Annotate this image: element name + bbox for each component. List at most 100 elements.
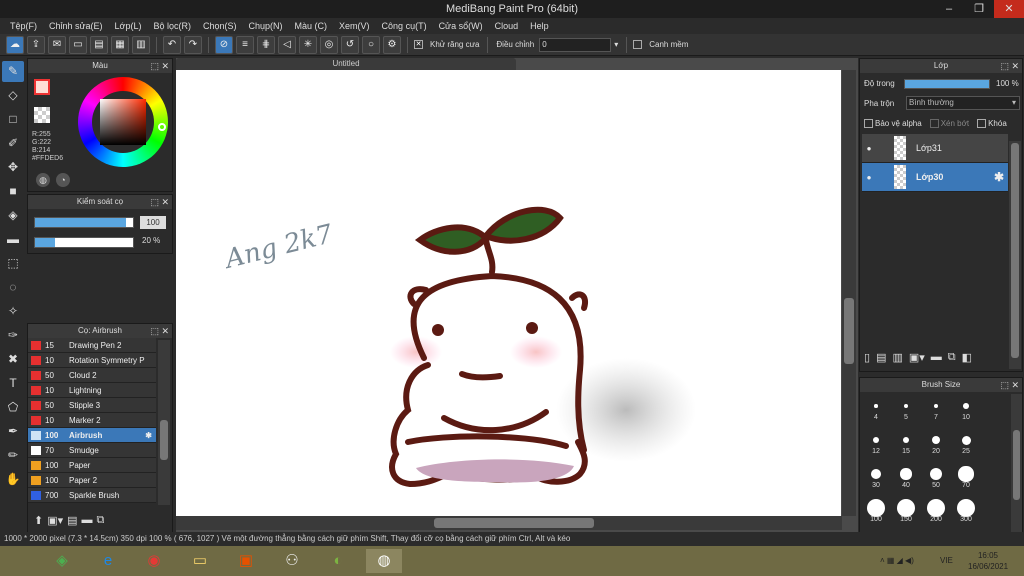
magic-wand-icon[interactable]: ✧	[2, 301, 24, 322]
gradient-tool-icon[interactable]: ▬	[2, 229, 24, 250]
brush-size-option[interactable]: 40	[892, 462, 920, 490]
circle-snap-icon[interactable]: ◎	[320, 35, 338, 54]
brush-duplicate-icon[interactable]: ⧉	[97, 514, 105, 527]
tray-icons[interactable]: ˄ ▦ ◢ ◀)	[880, 556, 914, 565]
cloud-icon[interactable]: ☁	[6, 35, 24, 54]
brush-size-option[interactable]: 100	[862, 496, 890, 524]
merge-layer-icon[interactable]: ◧	[962, 351, 972, 364]
panel-close-icon[interactable]: ⬚ ✕	[150, 59, 169, 73]
chrome-icon[interactable]: ◉	[136, 549, 172, 573]
canvas[interactable]: Ang 2k7	[176, 70, 841, 516]
menu-snap[interactable]: Chụp(N)	[243, 18, 289, 34]
brush-list-item[interactable]: 700 Sparkle Brush	[28, 488, 156, 503]
foreground-color-swatch[interactable]	[34, 79, 50, 95]
clock[interactable]: 16:05 16/06/2021	[968, 550, 1008, 572]
lasso-tool-icon[interactable]: ◌	[2, 277, 24, 298]
horizontal-scrollbar[interactable]	[176, 516, 842, 530]
brush-list-item[interactable]: 10 Marker 2	[28, 413, 156, 428]
brush-list-item[interactable]: 100 Airbrush ✱	[28, 428, 156, 443]
select-pen-icon[interactable]: ✑	[2, 325, 24, 346]
settings-icon[interactable]: ⚙	[383, 35, 401, 54]
brush-tool-icon[interactable]: ✎	[2, 61, 24, 82]
menu-layer[interactable]: Lớp(L)	[109, 18, 148, 34]
bucket-tool-icon[interactable]: ◈	[2, 205, 24, 226]
brush-list-item[interactable]: 100 Paper 2	[28, 473, 156, 488]
network-icon[interactable]: ⚇	[274, 549, 310, 573]
select-tool-icon[interactable]: ⬚	[2, 253, 24, 274]
lock-checkbox[interactable]	[977, 119, 987, 129]
brush-size-option[interactable]: 12	[862, 428, 890, 456]
horizontal-scroll-thumb[interactable]	[434, 518, 594, 528]
clipping-checkbox[interactable]	[929, 119, 939, 129]
correction-select[interactable]: 0	[539, 37, 612, 52]
brush-size-option[interactable]: 150	[892, 496, 920, 524]
menu-color[interactable]: Màu (C)	[289, 18, 334, 34]
ellipse-snap-icon[interactable]: ○	[362, 35, 380, 54]
gear-icon[interactable]: ✱	[145, 431, 152, 440]
document-tab[interactable]: Untitled	[176, 58, 516, 70]
panel-close-icon[interactable]: ⬚ ✕	[1000, 378, 1019, 392]
medibang-icon[interactable]: ◍	[366, 549, 402, 573]
eye-icon[interactable]: ●	[862, 144, 876, 153]
brush-folder-icon[interactable]: ▬	[82, 514, 93, 526]
brush-list-item[interactable]: 100 Paper	[28, 458, 156, 473]
menu-help[interactable]: Help	[524, 18, 555, 34]
brush-size-option[interactable]: 50	[922, 462, 950, 490]
brush-list-item[interactable]: 15 Drawing Pen 2	[28, 338, 156, 353]
brush-size-slider[interactable]	[34, 217, 134, 228]
text-tool-icon[interactable]: T	[2, 373, 24, 394]
curve-snap-icon[interactable]: ↺	[341, 35, 359, 54]
duplicate-layer-icon[interactable]: ⧉	[948, 351, 956, 364]
layer-opacity-slider[interactable]	[904, 79, 990, 89]
hue-wheel[interactable]	[78, 77, 168, 167]
layer-list-scrollbar[interactable]	[1009, 141, 1021, 369]
minimize-button[interactable]: –	[934, 0, 964, 18]
saturation-square[interactable]	[100, 99, 146, 145]
brush-size-option[interactable]: 300	[952, 496, 980, 524]
brush-list-item[interactable]: 70 Smudge	[28, 443, 156, 458]
radial-snap-icon[interactable]: ✳	[299, 35, 317, 54]
brush-size-option[interactable]: 20	[922, 428, 950, 456]
brush-size-scrollbar[interactable]	[1011, 394, 1022, 532]
brush-size-option[interactable]: 70	[952, 462, 980, 490]
menu-tools[interactable]: Công cụ(T)	[376, 18, 433, 34]
eye-icon[interactable]: ●	[862, 173, 876, 182]
brush-size-option[interactable]: 5	[892, 394, 920, 422]
panel-close-icon[interactable]: ⬚ ✕	[150, 195, 169, 209]
brush-copy-icon[interactable]: ▤	[67, 514, 77, 527]
chevron-down-icon[interactable]: ▾	[614, 40, 618, 49]
menu-window[interactable]: Cửa sổ(W)	[433, 18, 489, 34]
cross-snap-icon[interactable]: ⋕	[257, 35, 275, 54]
maximize-button[interactable]: ❐	[964, 0, 994, 18]
comment-icon[interactable]: ▭	[69, 35, 87, 54]
export-icon[interactable]: ⇪	[27, 35, 45, 54]
internet-explorer-icon[interactable]: e	[90, 549, 126, 573]
hue-handle[interactable]	[158, 123, 166, 131]
brush-size-option[interactable]: 7	[922, 394, 950, 422]
bluestacks-icon[interactable]: ◈	[44, 549, 80, 573]
brush-size-value[interactable]: 100	[140, 216, 166, 229]
language-indicator[interactable]: VIE	[940, 556, 953, 565]
divide-tool-icon[interactable]: ⬠	[2, 397, 24, 418]
brush-list-item[interactable]: 10 Rotation Symmetry P	[28, 353, 156, 368]
fill-rect-tool-icon[interactable]: ■	[2, 181, 24, 202]
antialias-checkbox[interactable]: ✕	[414, 40, 423, 49]
brush-size-option[interactable]: 15	[892, 428, 920, 456]
brush-list-scrollbar[interactable]	[158, 340, 170, 505]
transparent-color-swatch[interactable]	[34, 107, 50, 123]
redo-icon[interactable]: ↷	[184, 35, 202, 54]
vertical-scrollbar[interactable]	[842, 70, 856, 516]
snap-off-icon[interactable]: ⊘	[215, 35, 233, 54]
brush-size-option[interactable]: 30	[862, 462, 890, 490]
new-layer-icon[interactable]: ▯	[864, 351, 870, 364]
brush-size-option[interactable]: 200	[922, 496, 950, 524]
edge-checkbox[interactable]	[633, 40, 643, 49]
file-explorer-icon[interactable]: ▭	[182, 549, 218, 573]
office-icon[interactable]: ▣	[228, 549, 264, 573]
menu-select[interactable]: Chọn(S)	[197, 18, 243, 34]
undo-icon[interactable]: ↶	[163, 35, 181, 54]
add-brush-icon[interactable]: ⬆	[34, 514, 43, 527]
page-icon[interactable]: ▤	[90, 35, 108, 54]
dot-tool-icon[interactable]: ✐	[2, 133, 24, 154]
brush-list-item[interactable]: 50 Cloud 2	[28, 368, 156, 383]
